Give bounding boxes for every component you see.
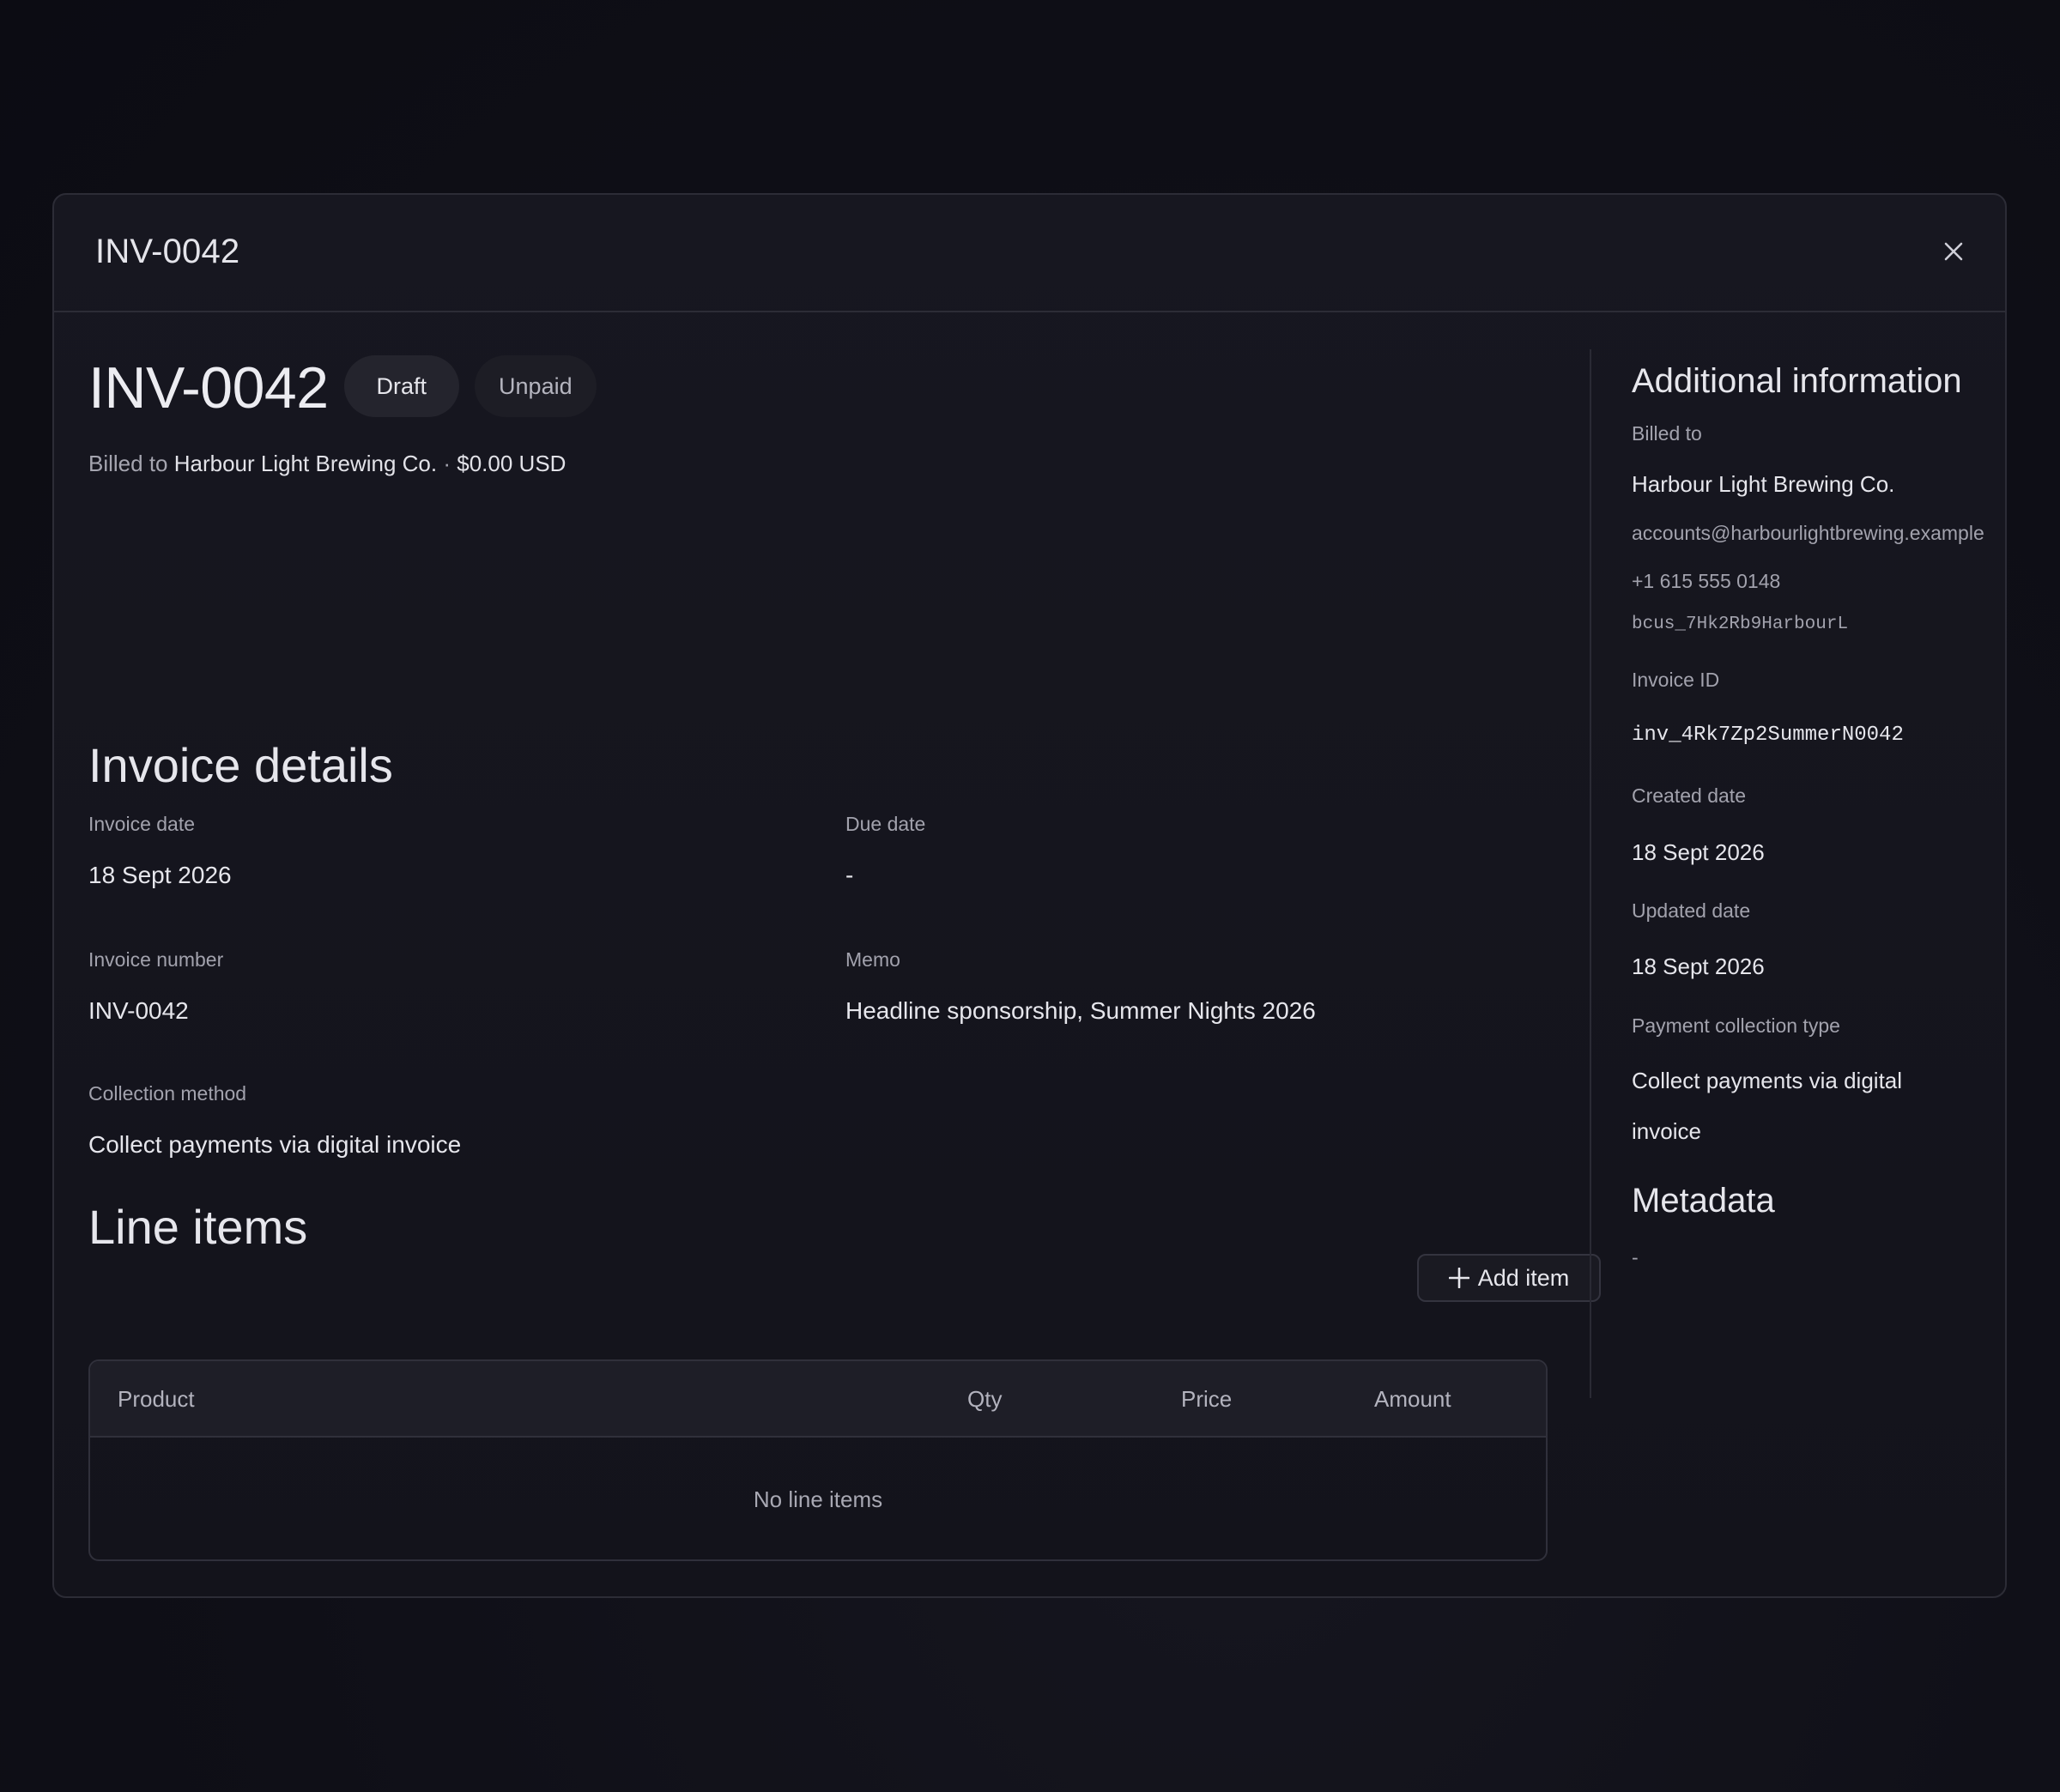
close-button[interactable] [1936,234,1971,269]
customer-name: Harbour Light Brewing Co. [1632,471,1895,497]
invoice-number-label: Invoice number [88,948,224,971]
invoice-date-label: Invoice date [88,813,196,835]
invoice-title-row: INV-0042 Draft Unpaid [88,341,1548,427]
table-header: Product Qty Price Amount [90,1361,1546,1438]
line-items-title: Line items [88,1200,308,1254]
column-header-qty: Qty [967,1386,1003,1412]
modal-title: INV-0042 [95,233,240,270]
customer-phone: +1 615 555 0148 [1632,570,1781,592]
memo-field: Memo Headline sponsorship, Summer Nights… [845,948,1316,1025]
column-divider [1590,349,1591,1398]
customer-email: accounts@harbourlightbrewing.example [1632,522,1984,544]
memo-label: Memo [845,948,900,971]
updated-date-value: 18 Sept 2026 [1632,954,1765,979]
add-item-label: Add item [1477,1264,1570,1291]
updated-date-label: Updated date [1632,899,1751,922]
payment-collection-type-label: Payment collection type [1632,1014,1840,1037]
payment-collection-type-line1: Collect payments via digital [1632,1068,1903,1093]
billed-summary: Billed to Harbour Light Brewing Co. · $0… [88,451,1548,477]
invoice-id-value: inv_4Rk7Zp2SummerN0042 [1632,723,1904,747]
invoice-modal: INV-0042 INV-0042 Draft Unpaid Billed to… [52,193,2007,1598]
column-header-price: Price [1181,1386,1233,1412]
invoice-date-value: 18 Sept 2026 [88,862,232,888]
collection-method-label: Collection method [88,1082,247,1105]
created-date-label: Created date [1632,784,1746,807]
due-date-label: Due date [845,813,926,835]
memo-value: Headline sponsorship, Summer Nights 2026 [845,997,1316,1024]
due-date-field: Due date - [845,813,925,889]
invoice-number-value: INV-0042 [88,997,189,1024]
column-header-amount: Amount [1374,1386,1451,1412]
collection-method-value: Collect payments via digital invoice [88,1131,462,1158]
invoice-id-label: Invoice ID [1632,669,1720,691]
invoice-number-field: Invoice number INV-0042 [88,948,223,1025]
invoice-total: $0.00 USD [457,451,566,476]
add-item-button[interactable]: Add item [1417,1254,1601,1302]
metadata-title: Metadata [1632,1182,1775,1220]
invoice-number-heading: INV-0042 [88,355,329,421]
invoice-details-title: Invoice details [88,738,393,792]
metadata-value: - [1632,1246,1639,1268]
billed-customer: Harbour Light Brewing Co. [173,451,438,476]
payment-collection-type-line2: invoice [1632,1118,1701,1144]
modal-header: INV-0042 [54,195,2005,312]
billed-prefix: Billed to [88,451,168,476]
status-badge-draft: Draft [343,355,460,417]
invoice-date-field: Invoice date 18 Sept 2026 [88,813,232,889]
billed-to-label: Billed to [1632,422,1702,445]
invoice-main: INV-0042 Draft Unpaid Billed to Harbour … [88,341,1601,1561]
additional-information-title: Additional information [1632,362,1962,400]
plus-icon [1448,1268,1469,1288]
close-icon [1944,242,1963,261]
collection-method-field: Collection method Collect payments via d… [88,1082,461,1159]
line-items-table: Product Qty Price Amount No line items [88,1359,1548,1561]
column-header-product: Product [118,1386,195,1412]
empty-state: No line items [753,1486,883,1512]
created-date-value: 18 Sept 2026 [1632,839,1765,865]
due-date-value: - [845,862,854,888]
status-badge-unpaid: Unpaid [475,355,597,417]
customer-id: bcus_7Hk2Rb9HarbourL [1632,614,1849,634]
billed-separator: · [443,451,451,476]
